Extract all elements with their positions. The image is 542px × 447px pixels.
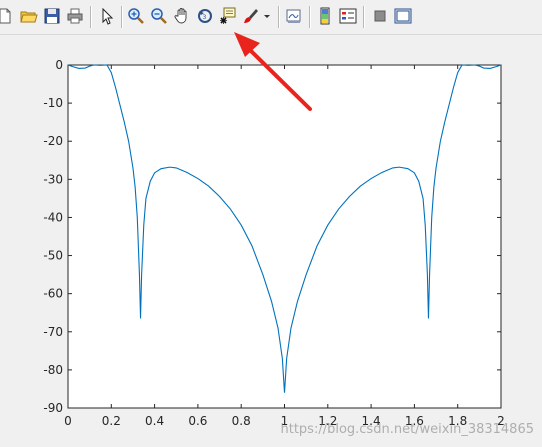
figure-canvas: 0 0.2 0.4 0.6 0.8 1 1.2 1.4 1.6 1.8 2 0 -10 -20 -30 -40… (0, 35, 542, 447)
x-tick-label: 0.8 (232, 414, 251, 428)
toolbar-separator (278, 6, 280, 28)
y-tick-label: -40 (43, 210, 63, 224)
svg-text:3: 3 (203, 14, 207, 21)
open-file-icon[interactable] (20, 7, 38, 25)
data-cursor-icon[interactable] (219, 7, 237, 25)
y-tick-label: -20 (43, 134, 63, 148)
watermark: https://blog.csdn.net/weixin_38314865 (280, 422, 534, 437)
save-figure-icon[interactable] (43, 7, 61, 25)
toolbar-separator (90, 6, 92, 28)
pan-hand-icon[interactable] (173, 7, 191, 25)
zoom-in-icon[interactable] (127, 7, 145, 25)
edit-plot-arrow-icon[interactable] (98, 7, 116, 25)
insert-legend-icon[interactable] (339, 7, 357, 25)
toolbar-separator (121, 6, 123, 28)
zoom-out-icon[interactable] (150, 7, 168, 25)
brush-dropdown-icon[interactable] (262, 7, 272, 25)
plot-axes[interactable]: 0 0.2 0.4 0.6 0.8 1 1.2 1.4 1.6 1.8 20-10-20-30-40… (0, 35, 542, 447)
figure-toolbar: 3 (0, 0, 542, 35)
y-tick-label: -80 (43, 363, 63, 377)
toolbar-separator (363, 6, 365, 28)
insert-colorbar-icon[interactable] (316, 7, 334, 25)
toolbar-separator (309, 6, 311, 28)
y-tick-label: -50 (43, 249, 63, 263)
y-tick-label: -60 (43, 287, 63, 301)
y-tick-label: 0 (55, 58, 63, 72)
link-plot-icon[interactable] (285, 7, 303, 25)
x-tick-label: 0 (64, 414, 72, 428)
y-tick-label: -30 (43, 172, 63, 186)
print-figure-icon[interactable] (66, 7, 84, 25)
axes-background (67, 64, 502, 409)
x-tick-label: 0.4 (145, 414, 164, 428)
y-tick-label: -10 (43, 96, 63, 110)
new-figure-icon[interactable] (0, 7, 14, 25)
show-plot-tools-icon[interactable] (394, 7, 412, 25)
y-tick-label: -70 (43, 325, 63, 339)
y-tick-label: -90 (43, 401, 63, 415)
hide-plot-tools-icon[interactable] (371, 7, 389, 25)
brush-icon[interactable] (242, 7, 260, 25)
x-tick-label: 0.6 (188, 414, 207, 428)
rotate-3d-icon[interactable]: 3 (196, 7, 214, 25)
x-tick-label: 0.2 (102, 414, 121, 428)
